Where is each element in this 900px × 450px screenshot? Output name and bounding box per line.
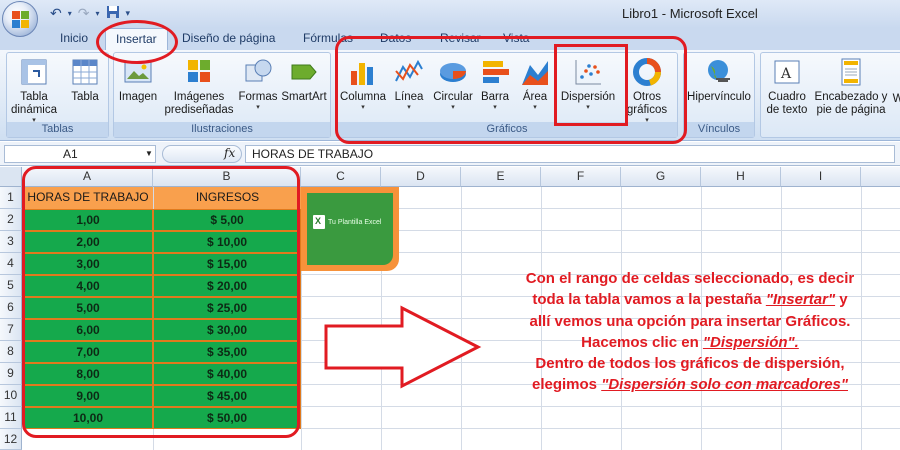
group-texto: A Cuadro de texto Encabezado y pie de pá… [760,52,900,138]
table-button[interactable]: Tabla [65,57,105,104]
hyperlink-globe-icon [704,57,734,87]
office-logo-icon [12,11,30,29]
name-box[interactable]: A1 [4,145,156,163]
row-header[interactable]: 9 [0,363,22,385]
clip-art-icon [184,57,214,87]
row-header[interactable]: 3 [0,231,22,253]
right-arrow-icon [324,305,482,389]
insertar-tab-highlight [96,20,178,64]
tab-diseno-de-pagina[interactable]: Diseño de página [182,31,275,45]
text-box-button[interactable]: A Cuadro de texto [763,57,811,117]
chevron-down-icon[interactable]: ▼ [145,149,153,158]
pivot-table-button[interactable]: Tabla dinámica ▾ [9,57,59,125]
hyperlink-button[interactable]: Hipervínculo [686,57,752,104]
column-header-h[interactable]: H [701,167,781,187]
image-button[interactable]: Imagen [118,57,158,104]
row-header[interactable]: 7 [0,319,22,341]
column-header-f[interactable]: F [541,167,621,187]
column-header-g[interactable]: G [621,167,701,187]
row-header[interactable]: 5 [0,275,22,297]
shapes-icon [243,57,273,87]
column-header-d[interactable]: D [381,167,461,187]
svg-text:A: A [780,66,792,82]
thumbnail-caption: Tu Plantilla Excel [328,219,382,226]
window-title: Libro1 - Microsoft Excel [622,6,758,21]
group-label-tablas: Tablas [7,122,108,137]
group-label-ilustraciones: Ilustraciones [114,122,330,137]
row-header[interactable]: 12 [0,429,22,450]
header-footer-button[interactable]: Encabezado y pie de página [813,57,889,117]
group-vinculos: Hipervínculo Vínculos [683,52,755,138]
office-button[interactable] [2,1,38,37]
table-icon [70,57,100,87]
tab-inicio[interactable]: Inicio [60,31,88,45]
column-header-partial[interactable] [861,167,900,187]
group-tablas: Tabla dinámica ▾ Tabla Tablas [6,52,109,138]
undo-icon[interactable]: ↶ [50,5,62,22]
row-header[interactable]: 6 [0,297,22,319]
data-range-highlight [22,166,300,438]
dispersion-button-highlight [554,44,628,126]
text-box-icon: A [772,57,802,87]
customize-qat-icon[interactable]: ▾ [126,8,131,19]
group-label-vinculos: Vínculos [684,122,754,137]
column-header-e[interactable]: E [461,167,541,187]
select-all-corner[interactable] [0,167,22,187]
column-header-c[interactable]: C [301,167,381,187]
redo-icon[interactable]: ↷ [78,5,90,22]
plantilla-excel-thumbnail: X Tu Plantilla Excel [301,187,399,271]
row-header[interactable]: 4 [0,253,22,275]
row-header[interactable]: 1 [0,187,22,209]
dropdown-icon[interactable]: ▾ [68,9,72,18]
pivot-table-icon [19,57,49,87]
dropdown-icon: ▾ [256,104,260,111]
clip-art-button[interactable]: Imágenes prediseñadas [160,57,238,117]
column-header-i[interactable]: I [781,167,861,187]
wordart-button[interactable]: W [891,93,900,106]
graficos-group-highlight [335,36,687,144]
row-header[interactable]: 11 [0,407,22,429]
smartart-button[interactable]: SmartArt [280,57,328,104]
quick-access-toolbar: ↶ ▾ ↷ ▾ ▾ [50,5,130,22]
group-ilustraciones: Imagen Imágenes prediseñadas Formas ▾ Sm… [113,52,331,138]
save-icon[interactable] [106,5,120,22]
excel-logo-icon: X [313,215,325,229]
row-header[interactable]: 2 [0,209,22,231]
instruction-text: Con el rango de celdas seleccionado, es … [525,270,855,394]
dropdown-icon[interactable]: ▾ [95,9,99,18]
formula-bar: A1 ▼ fx HORAS DE TRABAJO [0,142,900,166]
row-header[interactable]: 8 [0,341,22,363]
formula-input[interactable]: HORAS DE TRABAJO [245,145,895,163]
smartart-icon [289,57,319,87]
header-footer-icon [836,57,866,87]
shapes-button[interactable]: Formas ▾ [238,57,278,112]
insert-function-icon[interactable]: fx [224,146,235,160]
row-header[interactable]: 10 [0,385,22,407]
